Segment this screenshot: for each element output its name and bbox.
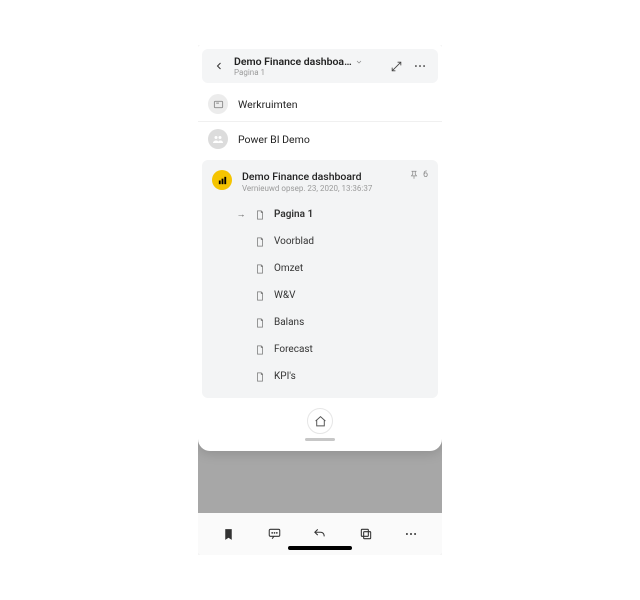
home-row — [198, 402, 442, 434]
workspaces-row[interactable]: Werkruimten — [198, 87, 442, 121]
current-arrow-icon: → — [236, 209, 246, 220]
page-item-voorblad[interactable]: Voorblad — [236, 228, 430, 255]
page-item-wv[interactable]: W&V — [236, 282, 430, 309]
comment-button[interactable] — [261, 521, 287, 547]
expand-button[interactable] — [384, 54, 408, 78]
page-icon — [254, 289, 266, 303]
page-icon — [254, 370, 266, 384]
page-icon — [254, 343, 266, 357]
dashboard-section: Demo Finance dashboard Vernieuwd opsep. … — [202, 160, 438, 398]
workspaces-icon — [208, 94, 228, 114]
title-text: Demo Finance dashboa... — [234, 55, 352, 68]
page-label: Forecast — [274, 344, 313, 355]
dropdown-panel: Demo Finance dashboa... Pagina 1 Werkrui… — [198, 45, 442, 451]
page-item-balans[interactable]: Balans — [236, 309, 430, 336]
home-button[interactable] — [307, 408, 333, 434]
dashboard-title: Demo Finance dashboard — [242, 170, 399, 183]
undo-button[interactable] — [307, 521, 333, 547]
page-label: KPI's — [274, 371, 296, 382]
ios-home-indicator[interactable] — [288, 546, 352, 550]
page-label: Balans — [274, 317, 304, 328]
toolbar-more-button[interactable] — [398, 521, 424, 547]
page-item-pagina-1[interactable]: → Pagina 1 — [236, 201, 430, 228]
page-item-forecast[interactable]: Forecast — [236, 336, 430, 363]
back-button[interactable] — [208, 60, 230, 72]
report-icon — [212, 170, 232, 190]
dashboard-header[interactable]: Demo Finance dashboard Vernieuwd opsep. … — [210, 168, 430, 199]
chevron-down-icon — [355, 58, 363, 66]
page-icon — [254, 235, 266, 249]
page-label: W&V — [274, 290, 295, 301]
drag-handle[interactable] — [305, 438, 335, 441]
dashboard-refreshed: Vernieuwd opsep. 23, 2020, 13:36:37 — [242, 184, 399, 193]
pin-icon — [409, 170, 419, 180]
bookmark-button[interactable] — [216, 521, 242, 547]
workspace-label: Power BI Demo — [238, 133, 310, 146]
page-item-omzet[interactable]: Omzet — [236, 255, 430, 282]
page-label: Omzet — [274, 263, 303, 274]
page-label: Pagina 1 — [274, 209, 313, 220]
people-icon — [208, 129, 228, 149]
title-subtitle: Pagina 1 — [234, 68, 384, 77]
page-icon — [254, 208, 266, 222]
pin-count-value: 6 — [423, 170, 428, 180]
page-item-kpis[interactable]: KPI's — [236, 363, 430, 390]
titlebar: Demo Finance dashboa... Pagina 1 — [202, 49, 438, 83]
workspaces-label: Werkruimten — [238, 98, 298, 111]
page-icon — [254, 316, 266, 330]
phone-frame: Meer informatie Demo Finance dashboa... … — [198, 45, 442, 555]
page-list: → Pagina 1 Voorblad Omzet — [210, 199, 430, 390]
more-menu-button[interactable] — [408, 54, 432, 78]
page-icon — [254, 262, 266, 276]
workspace-row[interactable]: Power BI Demo — [198, 122, 442, 156]
pin-count[interactable]: 6 — [409, 170, 428, 180]
page-label: Voorblad — [274, 236, 314, 247]
copy-button[interactable] — [353, 521, 379, 547]
title-dropdown[interactable]: Demo Finance dashboa... Pagina 1 — [230, 55, 384, 77]
